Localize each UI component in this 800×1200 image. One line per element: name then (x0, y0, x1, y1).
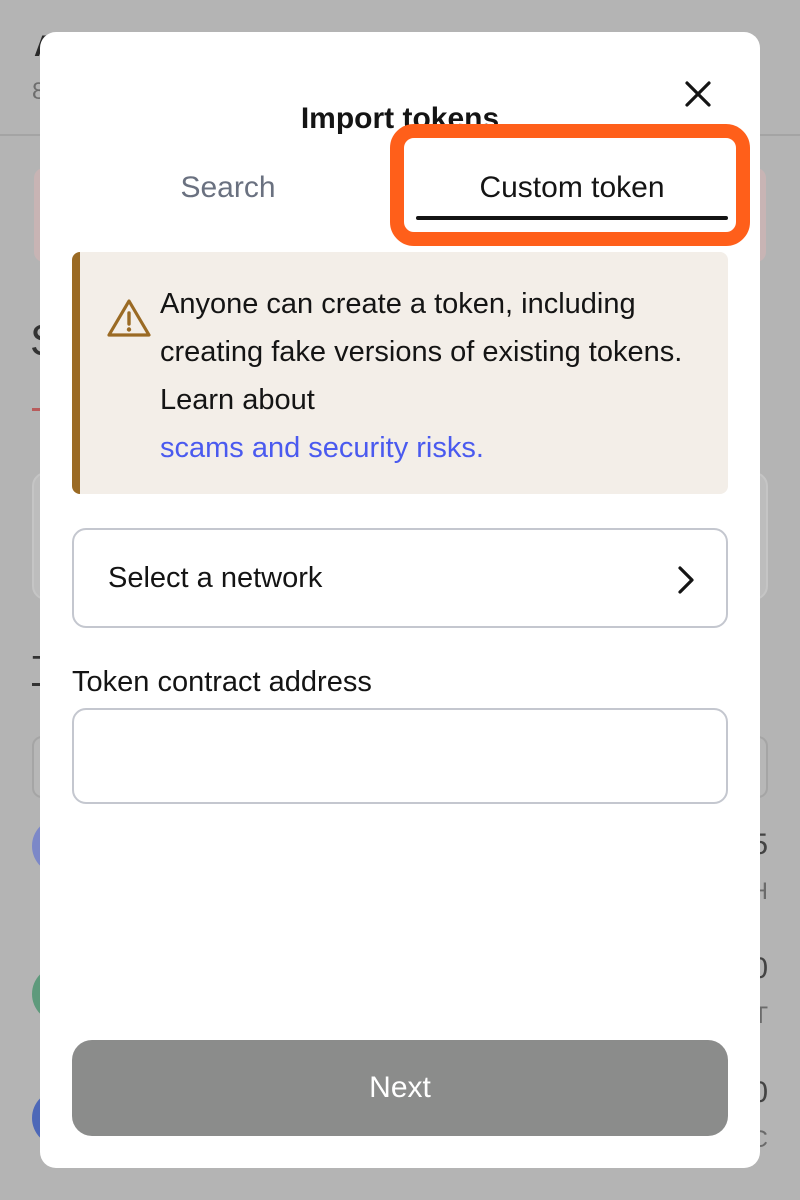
chevron-right-icon (678, 566, 694, 594)
select-network-button[interactable]: Select a network (72, 528, 728, 628)
scams-security-link[interactable]: scams and security risks. (160, 424, 484, 472)
active-tab-indicator (416, 216, 728, 220)
close-icon (685, 81, 711, 107)
warning-message: Anyone can create a token, including cre… (160, 288, 683, 416)
contract-address-label: Token contract address (72, 666, 372, 698)
warning-banner: Anyone can create a token, including cre… (72, 252, 728, 494)
tab-custom-token[interactable]: Custom token (416, 152, 728, 224)
next-button[interactable]: Next (72, 1040, 728, 1136)
select-network-label: Select a network (108, 562, 323, 594)
warning-icon (107, 299, 151, 337)
import-tokens-modal: Import tokens Search Custom token Anyone… (40, 32, 760, 1168)
modal-title: Import tokens (300, 102, 500, 135)
contract-address-input[interactable] (72, 708, 728, 804)
tab-bar: Search Custom token (72, 152, 728, 224)
warning-text: Anyone can create a token, including cre… (160, 280, 720, 472)
tab-search[interactable]: Search (72, 152, 384, 224)
close-button[interactable] (680, 76, 716, 112)
